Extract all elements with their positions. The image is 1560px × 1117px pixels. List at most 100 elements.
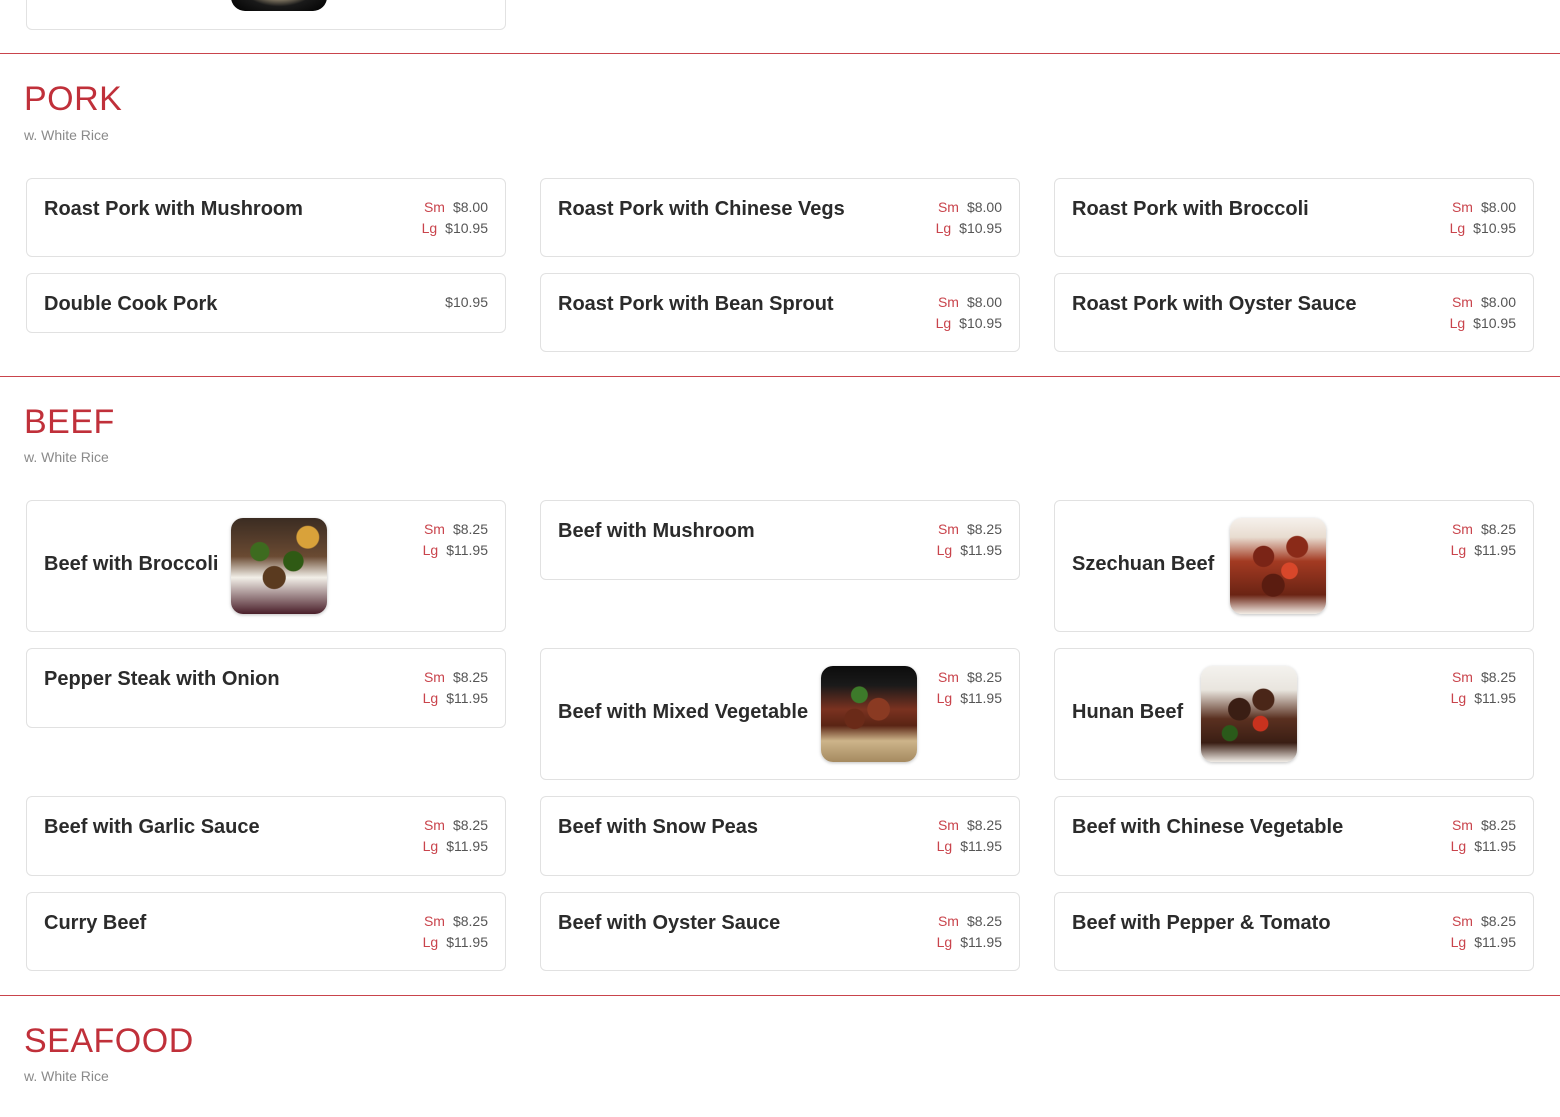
menu-item-card[interactable]: Roast Pork with Mushroom Sm $8.00 Lg $10.9… <box>26 178 506 257</box>
size-label-large: Lg <box>936 838 953 854</box>
menu-item-name: Roast Pork with Mushroom <box>44 198 303 220</box>
menu-item-card[interactable]: Beef with Snow Peas Sm $8.25 Lg $11.95 <box>540 796 1020 876</box>
menu-item-card[interactable] <box>26 0 506 30</box>
menu-item-name: Beef with Broccoli <box>44 553 219 575</box>
menu-item-card[interactable]: Roast Pork with Oyster Sauce Sm $8.00 Lg $… <box>1054 273 1534 352</box>
price-small: $8.00 <box>452 199 488 215</box>
price-small: $8.25 <box>452 817 488 833</box>
section-title-seafood: SEAFOOD <box>24 1022 194 1060</box>
size-label-large: Lg <box>936 690 953 706</box>
menu-item-card[interactable]: Beef with Garlic Sauce Sm $8.25 Lg $11.95 <box>26 796 506 876</box>
price-large: $11.95 <box>960 838 1002 854</box>
price-large: $11.95 <box>1474 690 1516 706</box>
menu-item-card[interactable]: Roast Pork with Chinese Vegs Sm $8.00 Lg $… <box>540 178 1020 257</box>
section-subtitle-beef: w. White Rice <box>24 449 109 465</box>
size-label-small: Sm <box>937 521 959 537</box>
price-small: $8.25 <box>452 521 488 537</box>
menu-item-card[interactable]: Beef with Pepper & Tomato Sm $8.25 Lg $11.… <box>1054 892 1534 971</box>
size-label-small: Sm <box>423 913 445 929</box>
menu-item-card[interactable]: Pepper Steak with Onion Sm $8.25 Lg $11.95 <box>26 648 506 728</box>
price-list: Sm $8.25 Lg $11.95 <box>937 667 1002 709</box>
price-large: $10.95 <box>959 315 1002 331</box>
price-small: $8.25 <box>1480 521 1516 537</box>
menu-item-name: Pepper Steak with Onion <box>44 668 280 690</box>
price-large: $11.95 <box>446 542 488 558</box>
price-large: $11.95 <box>960 542 1002 558</box>
menu-item-name: Curry Beef <box>44 912 147 934</box>
menu-item-card[interactable]: Szechuan Beef Sm $8.25 Lg $11.95 <box>1054 500 1534 632</box>
menu-item-card[interactable]: Beef with Broccoli Sm $8.25 Lg $11.95 <box>26 500 506 632</box>
price-small: $8.25 <box>1480 669 1516 685</box>
price-list: Sm $8.25 Lg $11.95 <box>1451 911 1516 953</box>
size-label-small: Sm <box>1451 521 1473 537</box>
size-label-large: Lg <box>936 542 953 558</box>
price-small: $8.00 <box>966 199 1002 215</box>
menu-item-name: Beef with Snow Peas <box>558 816 759 838</box>
price-large: $10.95 <box>1473 220 1516 236</box>
dish-photo <box>1230 518 1326 614</box>
size-label-large: Lg <box>1449 220 1466 236</box>
menu-item-name: Beef with Garlic Sauce <box>44 816 260 838</box>
menu-item-card[interactable]: Hunan Beef Sm $8.25 Lg $11.95 <box>1054 648 1534 780</box>
menu-item-card[interactable]: Beef with Mixed Vegetable Sm $8.25 Lg $11.… <box>540 648 1020 780</box>
price-small: $8.25 <box>1480 817 1516 833</box>
price-large: $11.95 <box>1474 838 1516 854</box>
menu-item-name: Beef with Mushroom <box>558 520 755 542</box>
price-list: Sm $8.25 Lg $11.95 <box>423 911 488 953</box>
size-label-small: Sm <box>937 817 959 833</box>
price-small: $8.25 <box>966 669 1002 685</box>
section-subtitle-seafood: w. White Rice <box>24 1068 109 1084</box>
price-list: Sm $8.25 Lg $11.95 <box>423 815 488 857</box>
size-label-large: Lg <box>422 542 439 558</box>
price-large: $11.95 <box>960 934 1002 950</box>
section-subtitle-pork: w. White Rice <box>24 127 109 143</box>
menu-item-card[interactable]: Curry Beef Sm $8.25 Lg $11.95 <box>26 892 506 971</box>
menu-item-name: Beef with Mixed Vegetable <box>558 701 809 723</box>
size-label-small: Sm <box>1451 199 1473 215</box>
price-list: Sm $8.25 Lg $11.95 <box>423 667 488 709</box>
size-label-large: Lg <box>936 934 953 950</box>
size-label-small: Sm <box>1451 294 1473 310</box>
size-label-small: Sm <box>423 521 445 537</box>
price-large: $11.95 <box>446 838 488 854</box>
menu-item-card[interactable]: Beef with Oyster Sauce Sm $8.25 Lg $11.95 <box>540 892 1020 971</box>
menu-item-name: Beef with Oyster Sauce <box>558 912 781 934</box>
menu-item-card[interactable]: Double Cook Pork $10.95 <box>26 273 506 333</box>
size-label-small: Sm <box>423 199 445 215</box>
price-large: $11.95 <box>1474 542 1516 558</box>
size-label-small: Sm <box>423 669 445 685</box>
price-list: Sm $8.00 Lg $10.95 <box>422 197 488 239</box>
price-small: $8.25 <box>966 521 1002 537</box>
price-large: $11.95 <box>960 690 1002 706</box>
size-label-large: Lg <box>1450 838 1467 854</box>
size-label-large: Lg <box>1450 934 1467 950</box>
price-list: Sm $8.00 Lg $10.95 <box>936 292 1002 334</box>
size-label-small: Sm <box>1451 669 1473 685</box>
price-list: Sm $8.00 Lg $10.95 <box>1450 292 1516 334</box>
price-list: Sm $8.00 Lg $10.95 <box>1450 197 1516 239</box>
size-label-large: Lg <box>422 690 439 706</box>
size-label-small: Sm <box>937 669 959 685</box>
menu-item-card[interactable]: Beef with Mushroom Sm $8.25 Lg $11.95 <box>540 500 1020 580</box>
size-label-large: Lg <box>1450 690 1467 706</box>
menu-item-name: Hunan Beef <box>1072 701 1184 723</box>
menu-item-name: Roast Pork with Bean Sprout <box>558 293 834 315</box>
menu-item-name: Roast Pork with Broccoli <box>1072 198 1309 220</box>
price-small: $8.00 <box>1480 199 1516 215</box>
section-divider <box>0 995 1560 996</box>
size-label-large: Lg <box>1450 542 1467 558</box>
size-label-small: Sm <box>937 294 959 310</box>
size-label-large: Lg <box>422 934 439 950</box>
size-label-small: Sm <box>937 199 959 215</box>
menu-item-name: Roast Pork with Oyster Sauce <box>1072 293 1357 315</box>
menu-item-card[interactable]: Roast Pork with Bean Sprout Sm $8.00 Lg $1… <box>540 273 1020 352</box>
price-list: Sm $8.25 Lg $11.95 <box>937 815 1002 857</box>
price-small: $8.25 <box>966 817 1002 833</box>
price-large: $11.95 <box>446 934 488 950</box>
dish-photo <box>231 0 327 11</box>
menu-item-card[interactable]: Beef with Chinese Vegetable Sm $8.25 Lg $1… <box>1054 796 1534 876</box>
size-label-small: Sm <box>937 913 959 929</box>
menu-item-card[interactable]: Roast Pork with Broccoli Sm $8.00 Lg $10.9… <box>1054 178 1534 257</box>
section-divider <box>0 376 1560 377</box>
price-large: $10.95 <box>445 220 488 236</box>
